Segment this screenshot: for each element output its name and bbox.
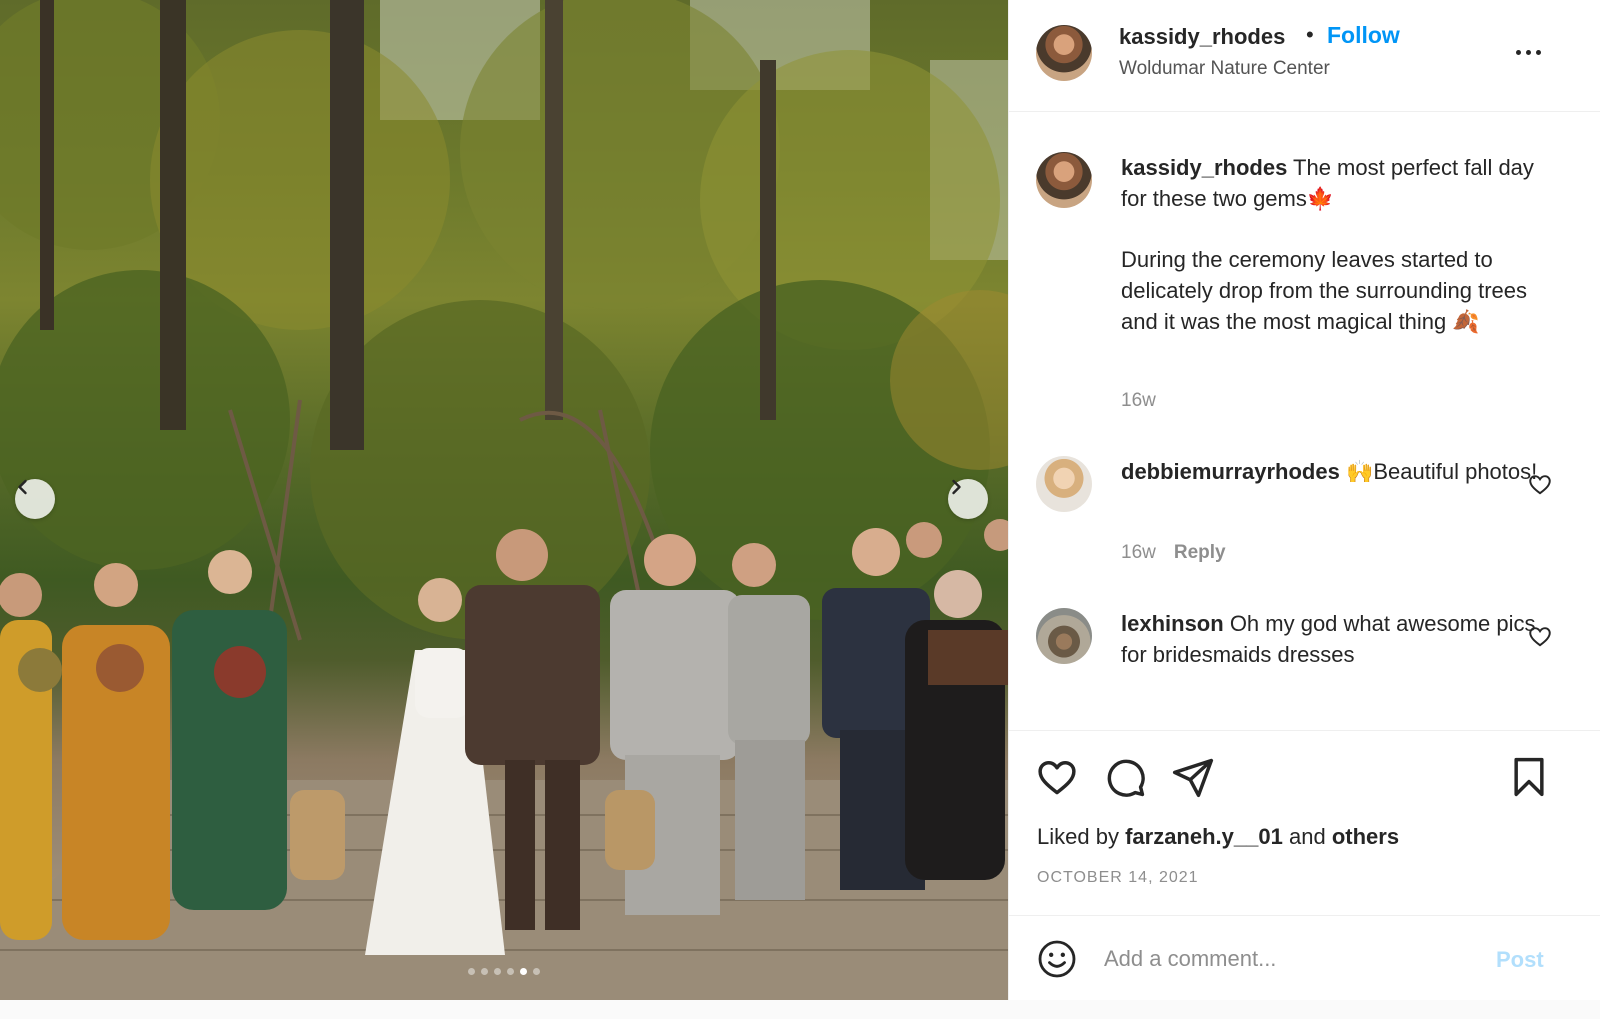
- post-location[interactable]: Woldumar Nature Center: [1119, 58, 1330, 80]
- next-slide-button[interactable]: [948, 479, 988, 519]
- likes-conjunction: and: [1288, 824, 1326, 849]
- reply-button[interactable]: Reply: [1174, 542, 1226, 563]
- carousel-indicator: [0, 968, 1008, 975]
- more-options-icon[interactable]: [1512, 38, 1544, 66]
- chevron-right-icon: [952, 479, 961, 495]
- carousel-dot: [520, 968, 527, 975]
- post-actions: Liked by farzaneh.y__01 and others OCTOB…: [1009, 730, 1600, 916]
- commenter-avatar[interactable]: [1036, 608, 1092, 664]
- carousel-dot: [533, 968, 540, 975]
- caption-username[interactable]: kassidy_rhodes: [1121, 155, 1287, 180]
- comments-list: kassidy_rhodes The most perfect fall day…: [1009, 112, 1600, 730]
- like-comment-heart-icon[interactable]: [1527, 623, 1553, 649]
- wedding-party-image: [0, 0, 1008, 1000]
- commenter-avatar[interactable]: [1036, 456, 1092, 512]
- carousel-dot: [507, 968, 514, 975]
- commenter-username[interactable]: lexhinson: [1121, 611, 1224, 636]
- carousel-dot: [468, 968, 475, 975]
- liked-by-others[interactable]: others: [1332, 824, 1399, 849]
- likes-prefix: Liked by: [1037, 824, 1119, 849]
- carousel-dot: [494, 968, 501, 975]
- post-photo[interactable]: [0, 0, 1008, 1000]
- comment-text: debbiemurrayrhodes 🙌Beautiful photos!: [1121, 456, 1551, 487]
- previous-slide-button[interactable]: [15, 479, 55, 519]
- author-avatar[interactable]: [1036, 25, 1092, 81]
- comment-bubble-icon[interactable]: [1103, 755, 1147, 799]
- caption-line2: During the ceremony leaves started to de…: [1121, 247, 1527, 334]
- emoji-smiley-icon[interactable]: [1037, 939, 1077, 979]
- likes-summary: Liked by farzaneh.y__01 and others: [1037, 824, 1399, 850]
- comment-text: lexhinson Oh my god what awesome pics fo…: [1121, 608, 1551, 670]
- author-username[interactable]: kassidy_rhodes: [1119, 24, 1285, 50]
- comment-body: 🙌Beautiful photos!: [1345, 459, 1538, 484]
- caption-text: kassidy_rhodes The most perfect fall day…: [1121, 152, 1551, 214]
- follow-button[interactable]: Follow: [1327, 22, 1400, 49]
- liked-by-user[interactable]: farzaneh.y__01: [1125, 824, 1283, 849]
- comment-meta: 16w Reply: [1121, 542, 1226, 564]
- like-comment-heart-icon[interactable]: [1527, 471, 1553, 497]
- commenter-username[interactable]: debbiemurrayrhodes: [1121, 459, 1340, 484]
- carousel-dot: [481, 968, 488, 975]
- post-details-panel: kassidy_rhodes • Follow Woldumar Nature …: [1008, 0, 1600, 1000]
- caption-author-avatar[interactable]: [1036, 152, 1092, 208]
- page-bottom-edge: [0, 1000, 1600, 1019]
- like-heart-icon[interactable]: [1035, 755, 1079, 799]
- post-date[interactable]: OCTOBER 14, 2021: [1037, 869, 1199, 887]
- caption-time[interactable]: 16w: [1121, 390, 1156, 412]
- save-bookmark-icon[interactable]: [1507, 755, 1551, 799]
- chevron-left-icon: [18, 479, 27, 495]
- header-separator: •: [1306, 22, 1314, 47]
- comment-input[interactable]: [1104, 938, 1474, 980]
- share-send-icon[interactable]: [1171, 755, 1215, 799]
- post-comment-button[interactable]: Post: [1496, 947, 1544, 973]
- add-comment-bar: Post: [1009, 916, 1600, 1000]
- post-header: kassidy_rhodes • Follow Woldumar Nature …: [1009, 0, 1600, 112]
- comment-time[interactable]: 16w: [1121, 542, 1156, 563]
